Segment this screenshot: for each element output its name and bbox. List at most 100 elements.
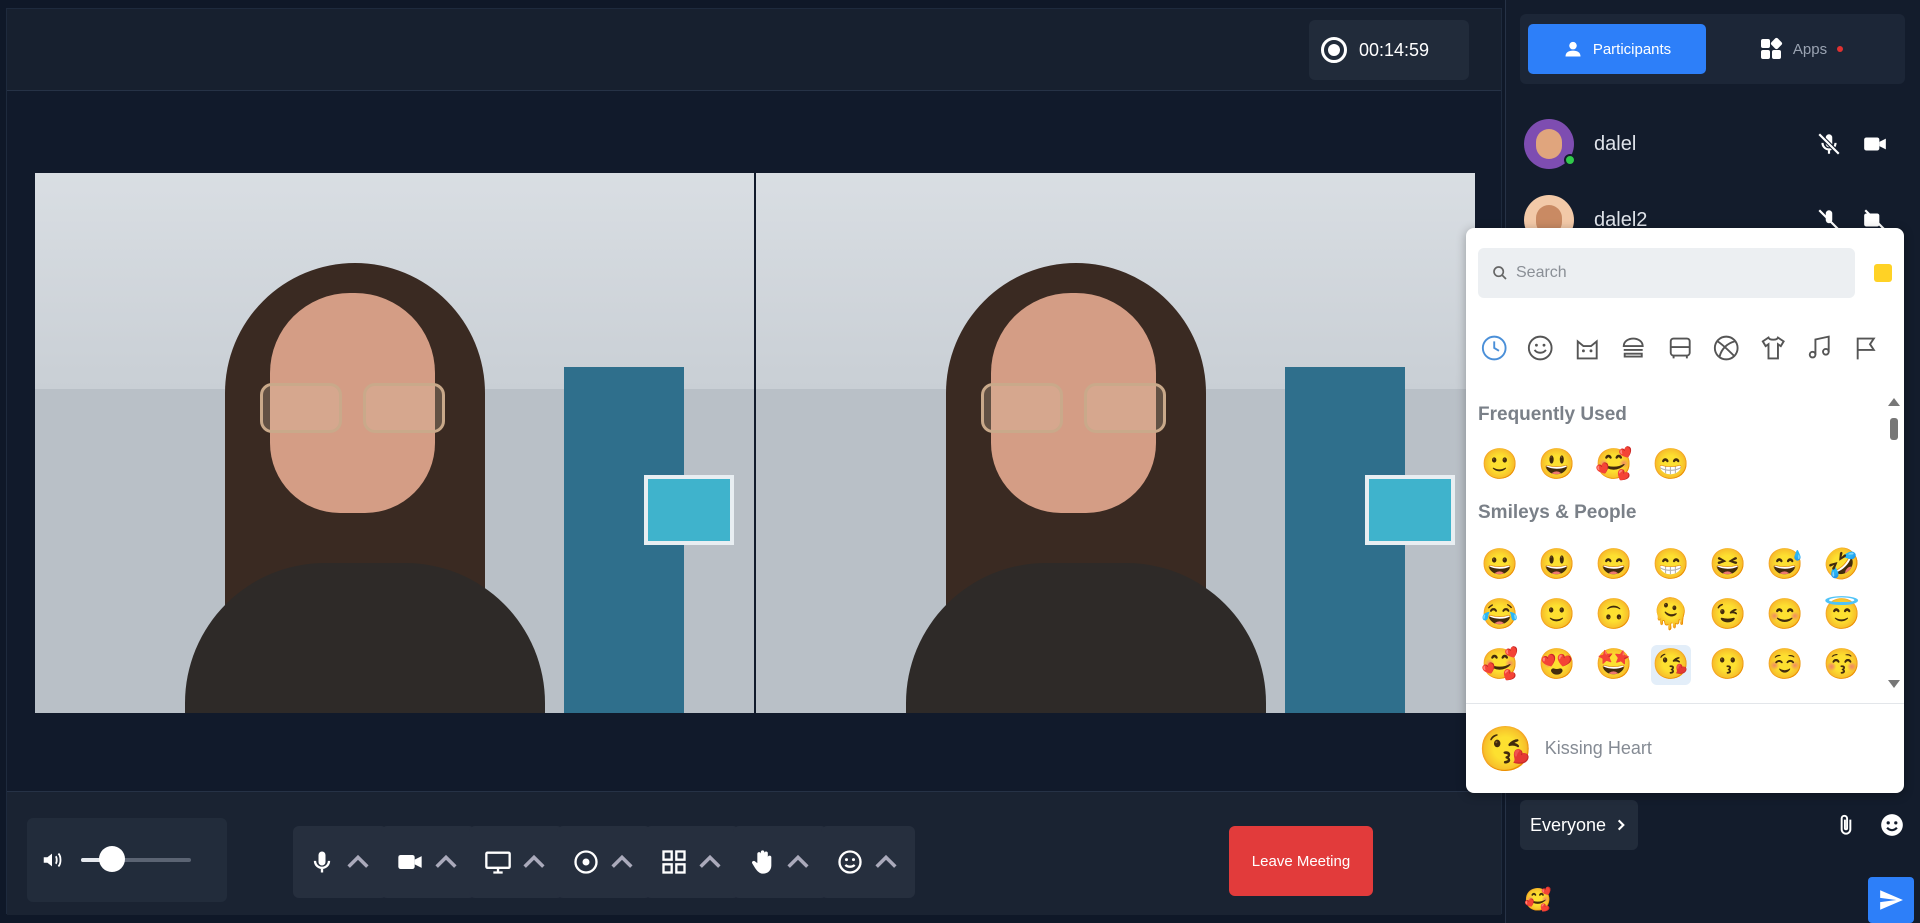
record-control[interactable] — [557, 826, 651, 898]
chevron-up-icon[interactable] — [696, 848, 724, 876]
emoji-option[interactable]: 🙂 — [1480, 445, 1520, 485]
emoji-option[interactable]: 😍 — [1537, 645, 1577, 685]
chevron-up-icon[interactable] — [872, 848, 900, 876]
travel-icon[interactable] — [1666, 333, 1694, 363]
emoji-option[interactable]: 😊 — [1765, 595, 1805, 635]
person-icon — [1565, 41, 1581, 57]
emoji-option[interactable]: 🙂 — [1537, 595, 1577, 635]
emoji-search-input[interactable]: Search — [1478, 248, 1855, 298]
emoji-option[interactable]: 🤣 — [1822, 545, 1862, 585]
video-tile-2[interactable] — [756, 173, 1475, 713]
monitor-icon — [485, 851, 511, 874]
tab-participants[interactable]: Participants — [1528, 24, 1706, 74]
symbols-icon[interactable] — [1805, 333, 1833, 363]
control-bar: Leave Meeting — [7, 791, 1501, 915]
record-icon — [574, 850, 598, 874]
record-icon — [1321, 37, 1347, 63]
send-icon — [1880, 890, 1903, 910]
chat-footer: Everyone — [1520, 800, 1905, 850]
screen-share-control[interactable] — [469, 826, 563, 898]
smileys-row: 😂 🙂 🙃 🫠 😉 😊 😇 — [1480, 595, 1862, 635]
microphone-icon — [313, 851, 331, 873]
video-camera-icon[interactable] — [1862, 131, 1888, 157]
emoji-option[interactable]: 🫠 — [1651, 595, 1691, 635]
emoji-option-selected[interactable]: 😘 — [1651, 645, 1691, 685]
preview-emoji: 😘 — [1478, 724, 1533, 774]
emoji-scrollbar[interactable] — [1884, 398, 1904, 688]
microphone-control[interactable] — [293, 826, 387, 898]
chevron-up-icon[interactable] — [784, 848, 812, 876]
video-camera-icon — [398, 855, 422, 869]
food-icon[interactable] — [1619, 333, 1647, 363]
reactions-control[interactable] — [821, 826, 915, 898]
volume-slider[interactable] — [81, 846, 191, 872]
section-frequently-used: Frequently Used — [1478, 404, 1627, 425]
sidebar-tabs: Participants Apps — [1520, 14, 1905, 84]
emoji-option[interactable]: 🥰 — [1594, 445, 1634, 485]
smileys-row: 😀 😃 😄 😁 😆 😅 🤣 — [1480, 545, 1862, 585]
smileys-icon[interactable] — [1526, 333, 1554, 363]
frequently-used-row: 🙂 😃 🥰 😁 — [1480, 445, 1691, 485]
online-status-dot — [1564, 154, 1576, 166]
tab-participants-label: Participants — [1592, 40, 1672, 58]
layout-control[interactable] — [645, 826, 739, 898]
emoji-option[interactable]: ☺️ — [1765, 645, 1805, 685]
chevron-up-icon[interactable] — [608, 848, 636, 876]
emoji-option[interactable]: 😆 — [1708, 545, 1748, 585]
emoji-option[interactable]: 😃 — [1537, 545, 1577, 585]
recording-indicator[interactable]: 00:14:59 — [1309, 20, 1469, 80]
flags-icon[interactable] — [1852, 333, 1880, 363]
emoji-option[interactable]: 😚 — [1822, 645, 1862, 685]
speaker-icon[interactable] — [41, 849, 63, 871]
chat-recipient-label: Everyone — [1530, 814, 1607, 835]
skin-tone-selector[interactable] — [1874, 264, 1892, 282]
apps-icon — [1760, 37, 1782, 59]
emoji-option[interactable]: 🙃 — [1594, 595, 1634, 635]
paperclip-icon[interactable] — [1833, 812, 1859, 838]
emoji-option[interactable]: 🤩 — [1594, 645, 1634, 685]
emoji-option[interactable]: 😃 — [1537, 445, 1577, 485]
emoji-search-placeholder: Search — [1516, 264, 1567, 281]
section-smileys-people: Smileys & People — [1478, 502, 1637, 523]
grid-icon — [662, 850, 686, 874]
notification-dot — [1837, 46, 1844, 52]
send-button[interactable] — [1868, 877, 1914, 923]
animals-icon[interactable] — [1573, 333, 1601, 363]
raise-hand-control[interactable] — [733, 826, 827, 898]
emoji-option[interactable]: 😉 — [1708, 595, 1748, 635]
emoji-option[interactable]: 😅 — [1765, 545, 1805, 585]
recent-icon[interactable] — [1480, 333, 1508, 363]
chevron-up-icon[interactable] — [520, 848, 548, 876]
meeting-stage: 00:14:59 Leave Meeting — [6, 8, 1502, 915]
objects-icon[interactable] — [1759, 333, 1787, 363]
video-tile-1[interactable] — [35, 173, 754, 713]
emoji-option[interactable]: 😄 — [1594, 545, 1634, 585]
hand-icon — [752, 850, 772, 874]
participant-row[interactable]: dalel — [1524, 114, 1904, 174]
camera-control[interactable] — [381, 826, 475, 898]
chat-message-input[interactable]: 🥰 — [1524, 880, 1904, 920]
tab-apps[interactable]: Apps — [1716, 24, 1886, 74]
leave-meeting-button[interactable]: Leave Meeting — [1229, 826, 1373, 896]
chat-recipient-select[interactable]: Everyone — [1520, 800, 1638, 850]
video-grid — [35, 173, 1475, 713]
emoji-picker-icon[interactable] — [1879, 812, 1905, 838]
smiley-icon — [838, 850, 862, 874]
emoji-option[interactable]: 😁 — [1651, 545, 1691, 585]
emoji-option[interactable]: 🥰 — [1480, 645, 1520, 685]
volume-slider-thumb[interactable] — [98, 846, 125, 872]
chevron-up-icon[interactable] — [432, 848, 460, 876]
message-draft: 🥰 — [1524, 887, 1552, 912]
mic-muted-icon[interactable] — [1816, 131, 1842, 157]
emoji-option[interactable]: 😂 — [1480, 595, 1520, 635]
activity-icon[interactable] — [1712, 333, 1740, 363]
emoji-option[interactable]: 😁 — [1651, 445, 1691, 485]
emoji-option[interactable]: 😀 — [1480, 545, 1520, 585]
emoji-option[interactable]: 😇 — [1822, 595, 1862, 635]
emoji-option[interactable]: 😗 — [1708, 645, 1748, 685]
participant-name: dalel — [1594, 132, 1637, 155]
chevron-right-icon — [1617, 819, 1625, 831]
emoji-category-bar — [1480, 333, 1880, 363]
preview-emoji-name: Kissing Heart — [1544, 738, 1652, 758]
chevron-up-icon[interactable] — [344, 848, 372, 876]
